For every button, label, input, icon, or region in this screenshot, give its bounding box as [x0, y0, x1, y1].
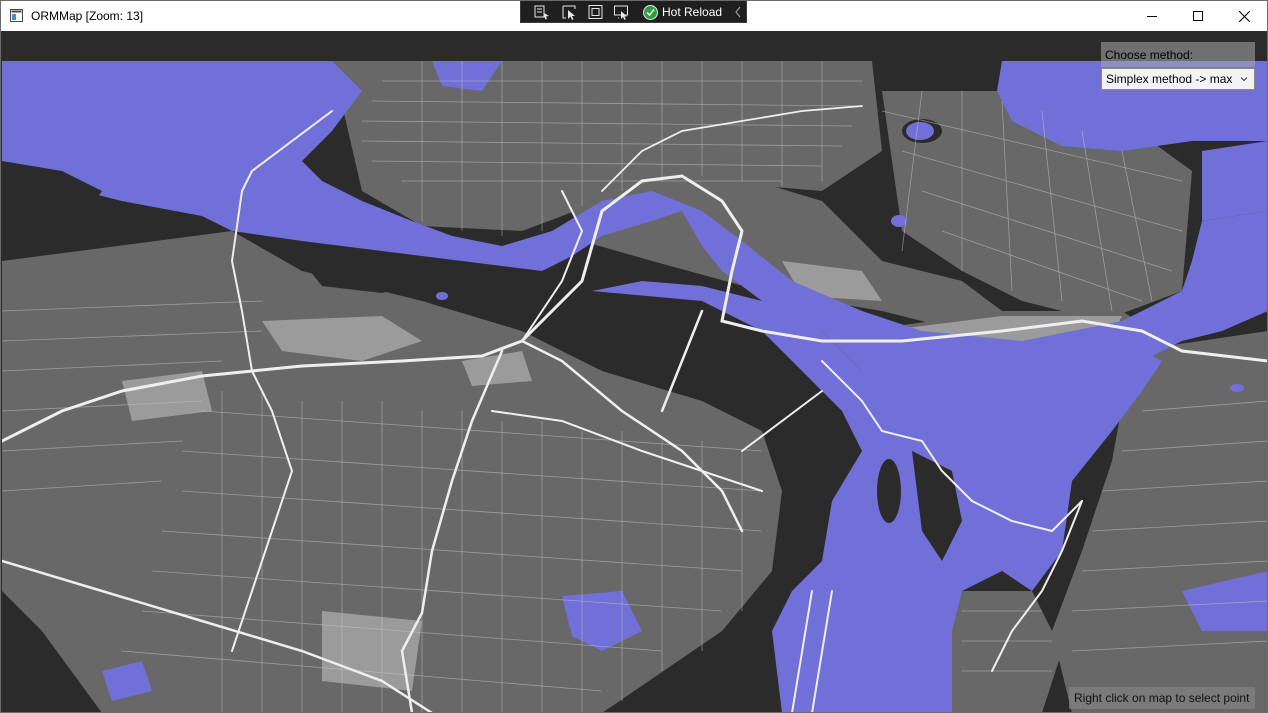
close-icon [1238, 10, 1250, 22]
window-title: ORMMap [Zoom: 13] [31, 9, 144, 23]
method-panel: Choose method: Simplex method -> max [1101, 42, 1255, 90]
track-focus-button[interactable] [613, 4, 631, 20]
display-layout-adorners-icon [588, 5, 603, 19]
method-label: Choose method: [1101, 42, 1255, 67]
method-selected-value: Simplex method -> max [1106, 72, 1233, 86]
track-focus-icon [614, 5, 628, 20]
app-window: ORMMap [Zoom: 13] Hot Reload Choose meth… [0, 0, 1268, 713]
select-element-button[interactable] [561, 4, 579, 20]
minimize-icon [1147, 16, 1157, 17]
window-app-icon [10, 9, 23, 22]
hot-reload-label: Hot Reload [662, 5, 723, 19]
hot-reload-button[interactable]: Hot Reload [643, 3, 722, 21]
live-visual-tree-button[interactable] [533, 4, 551, 20]
map-canvas[interactable] [2, 31, 1268, 713]
chevron-left-icon[interactable] [733, 5, 743, 19]
display-layout-adorners-button[interactable] [587, 4, 605, 20]
select-element-icon [562, 5, 576, 20]
check-circle-icon [643, 4, 658, 20]
chevron-down-icon [1240, 77, 1248, 82]
map-hint: Right click on map to select point [1069, 687, 1255, 709]
map-view[interactable] [2, 31, 1268, 713]
maximize-button[interactable] [1175, 1, 1221, 31]
debug-toolbar: Hot Reload [520, 1, 747, 23]
minimize-button[interactable] [1129, 1, 1175, 31]
method-dropdown[interactable]: Simplex method -> max [1101, 68, 1255, 90]
maximize-icon [1193, 11, 1203, 21]
close-button[interactable] [1221, 1, 1267, 31]
live-visual-tree-icon [534, 5, 549, 20]
